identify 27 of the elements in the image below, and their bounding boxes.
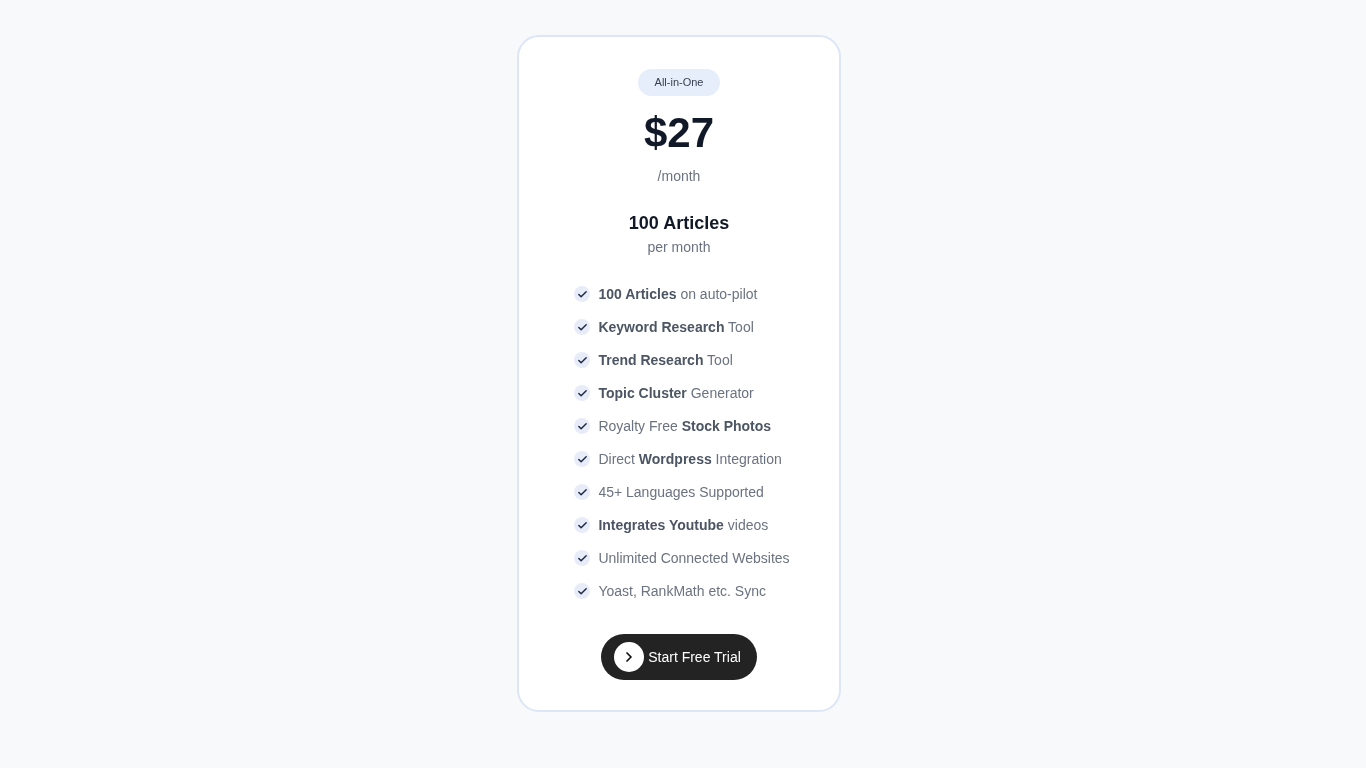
feature-text: Keyword Research Tool [598,318,754,337]
check-icon [574,484,591,500]
billing-period-text: /month [657,167,701,186]
quota-text: 100 Articles [628,212,730,235]
feature-text: 100 Articles on auto-pilot [598,285,758,304]
chevron-right-icon [614,642,645,672]
check-icon [574,418,591,434]
feature-text: Yoast, RankMath etc. Sync [598,582,766,601]
feature-text: Direct Wordpress Integration [598,450,782,469]
check-icon [574,319,591,335]
feature-text: Integrates Youtube videos [598,516,769,535]
check-icon [574,583,591,599]
check-icon [574,352,591,368]
check-icon [574,517,591,533]
check-icon [574,385,591,401]
check-icon [574,451,591,467]
feature-text: Topic Cluster Generator [598,384,754,403]
plan-badge: All-in-One [637,69,721,96]
price-text: $27 [643,109,715,157]
start-trial-button[interactable]: Start Free Trial [601,634,757,680]
feature-text: Unlimited Connected Websites [598,549,790,568]
feature-text: Royalty Free Stock Photos [598,417,772,436]
check-icon [574,550,591,566]
check-icon [574,286,591,302]
feature-text: 45+ Languages Supported [598,483,764,502]
quota-period-text: per month [647,238,711,257]
feature-text: Trend Research Tool [598,351,733,370]
